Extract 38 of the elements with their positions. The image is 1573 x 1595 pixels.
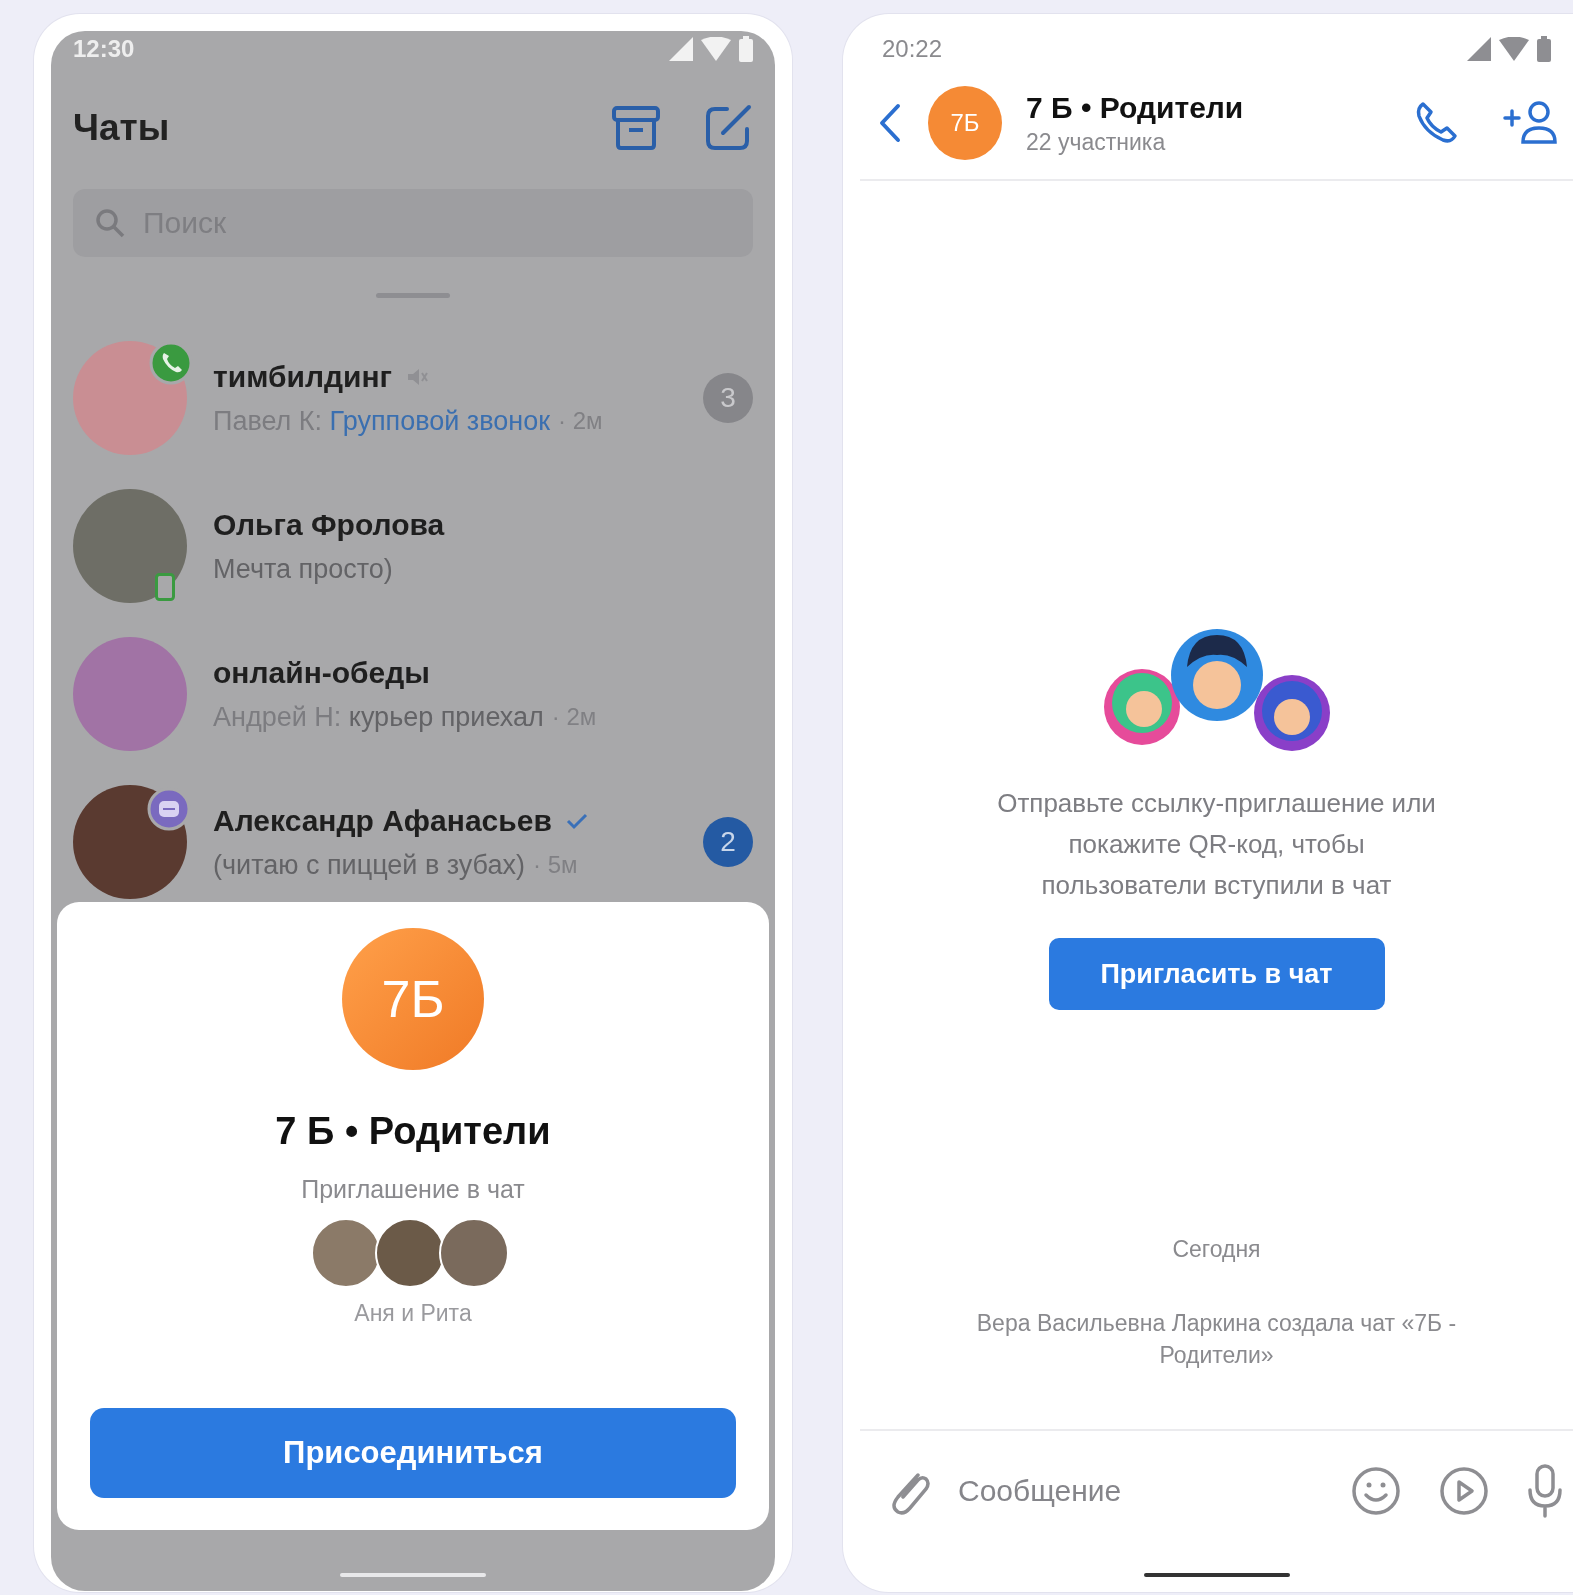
message-preview: Мечта просто) (213, 553, 393, 585)
chat-row[interactable]: Ольга Фролова Мечта просто) (51, 472, 775, 620)
chat-name: Александр Афанасьев (213, 803, 552, 838)
wifi-icon (1499, 37, 1529, 61)
add-user-icon[interactable] (1503, 100, 1559, 146)
microphone-icon[interactable] (1527, 1464, 1563, 1518)
chat-name: онлайн-обеды (213, 655, 430, 690)
message-preview: (читаю с пиццей в зубах) (213, 849, 525, 881)
battery-icon (1537, 36, 1551, 62)
group-avatar: 7Б (928, 86, 1002, 160)
battery-icon (739, 36, 753, 62)
date-label: Сегодня (1172, 1236, 1261, 1263)
wifi-icon (701, 37, 731, 61)
invite-text: Отправьте ссылку-приглашение или покажите QR-код, чтобы пользователи вступили в чат (996, 787, 1437, 902)
invite-button[interactable]: Пригласить в чат (1048, 938, 1385, 1010)
chat-name: тимбилдинг (213, 359, 393, 394)
status-time: 20:22 (882, 35, 943, 63)
unread-count: 3 (703, 373, 753, 423)
member-count: 22 участника (1026, 128, 1167, 156)
chat-name: Ольга Фролова (213, 507, 445, 542)
compose-icon[interactable] (703, 103, 753, 153)
group-title: 7 Б • Родители (275, 1110, 551, 1153)
drag-handle[interactable] (376, 293, 450, 298)
chat-title: 7 Б • Родители (1026, 90, 1245, 125)
system-message: Вера Васильевна Ларкина создала чат «7Б - Родители» (975, 1309, 1458, 1370)
signal-icon (1467, 37, 1491, 61)
signal-icon (669, 37, 693, 61)
back-icon[interactable] (878, 103, 902, 143)
join-button[interactable]: Присоединиться (90, 1408, 736, 1498)
play-icon[interactable] (1439, 1466, 1489, 1516)
page-title: Чаты (73, 107, 171, 149)
status-time: 12:30 (73, 35, 135, 63)
member-names: Аня и Рита (354, 1300, 472, 1327)
archive-icon[interactable] (611, 105, 661, 151)
unread-count: 2 (703, 817, 753, 867)
emoji-icon[interactable] (1351, 1466, 1401, 1516)
group-avatar: 7Б (342, 928, 484, 1070)
invite-subtitle: Приглашение в чат (301, 1175, 525, 1204)
